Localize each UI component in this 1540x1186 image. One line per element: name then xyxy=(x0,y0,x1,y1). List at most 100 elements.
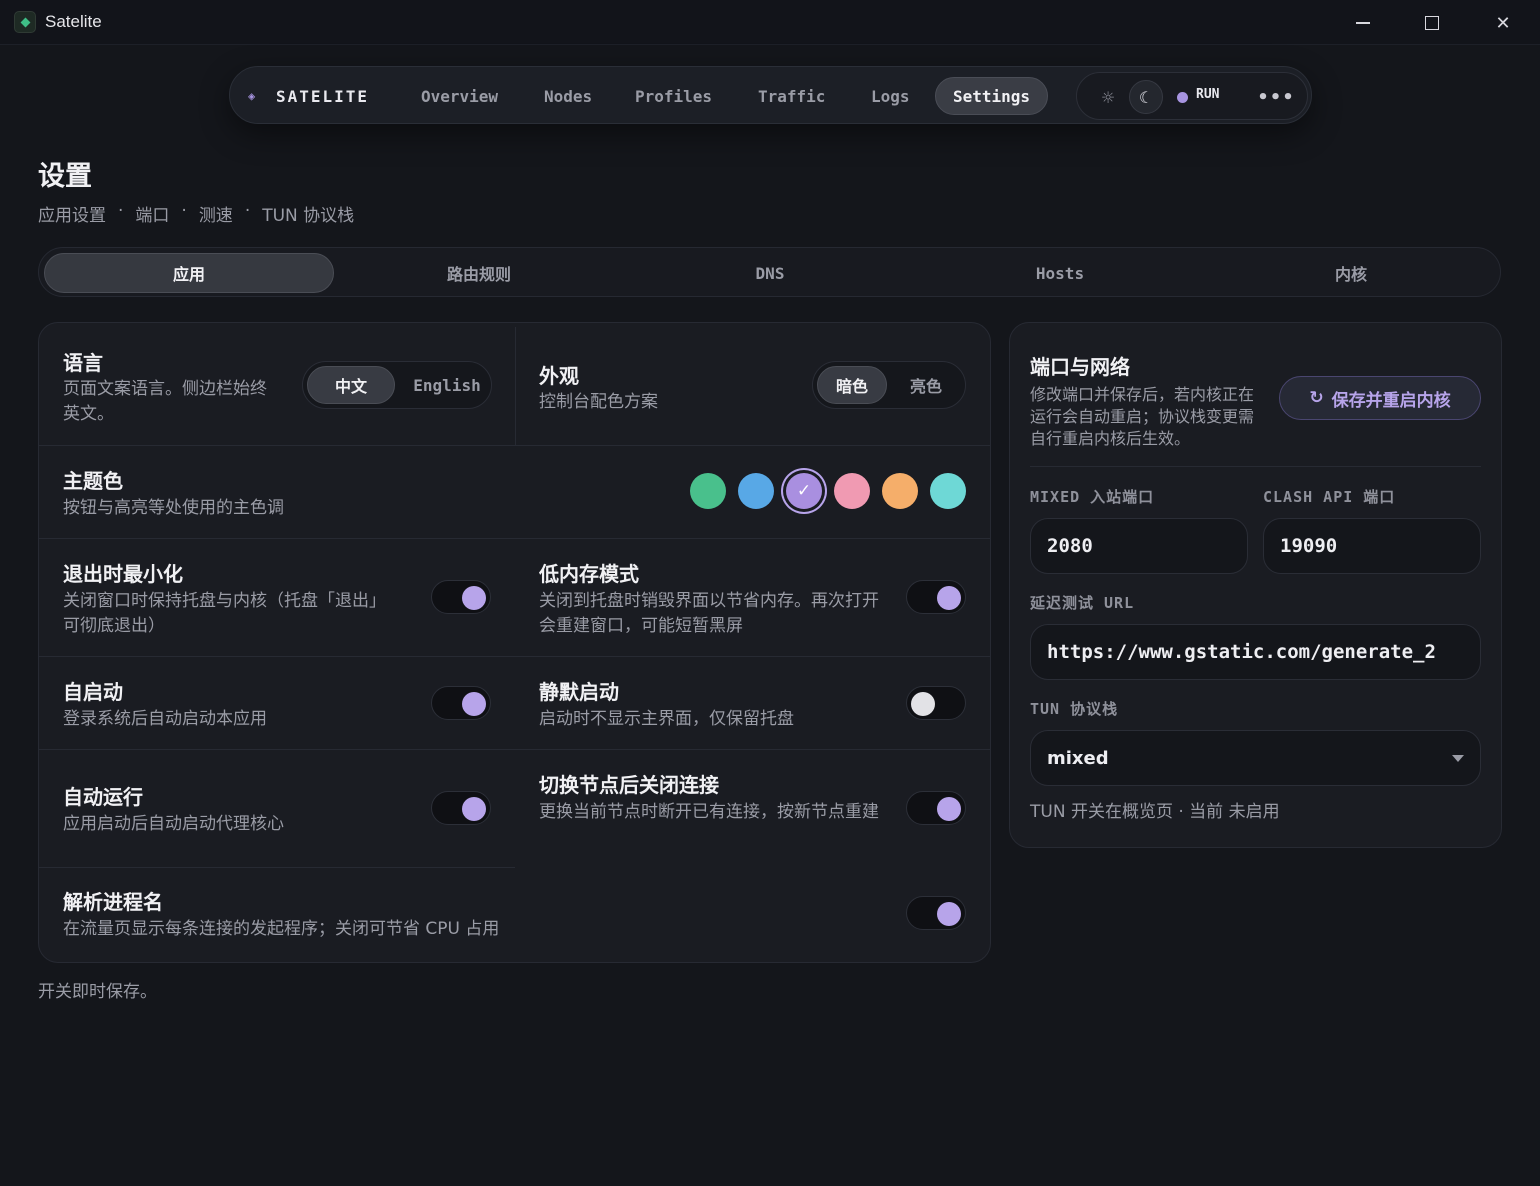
theme-swatch-blue[interactable] xyxy=(738,473,774,509)
save-restart-label: 保存并重启内核 xyxy=(1331,390,1451,411)
appearance-desc: 控制台配色方案 xyxy=(539,392,658,412)
subtitle-part: 测速 xyxy=(198,206,233,226)
run-status-label: RUN xyxy=(1196,87,1220,102)
tab-hosts[interactable]: Hosts xyxy=(915,253,1205,293)
divider xyxy=(39,538,990,539)
language-title: 语言 xyxy=(63,351,103,375)
tun-stack-label: TUN 协议栈 xyxy=(1030,700,1119,718)
low-memory-toggle[interactable] xyxy=(906,580,966,614)
mixed-port-input[interactable]: 2080 xyxy=(1030,518,1248,574)
auto-run-title: 自动运行 xyxy=(63,785,143,809)
auto-run-desc: 应用启动后自动启动代理核心 xyxy=(63,814,284,834)
theme-swatch-teal[interactable] xyxy=(930,473,966,509)
latency-url-input[interactable]: https://www.gstatic.com/generate_2 xyxy=(1030,624,1481,680)
language-option-zh[interactable]: 中文 xyxy=(307,366,395,404)
autostart-toggle[interactable] xyxy=(431,686,491,720)
low-memory-title: 低内存模式 xyxy=(539,562,639,586)
appearance-option-light[interactable]: 亮色 xyxy=(891,366,961,404)
tun-stack-value: mixed xyxy=(1047,747,1109,769)
diamond-icon: ◈ xyxy=(248,89,258,103)
minimize-on-exit-toggle[interactable] xyxy=(431,580,491,614)
latency-url-label: 延迟测试 URL xyxy=(1030,594,1135,612)
chevron-down-icon xyxy=(1452,755,1464,762)
theme-swatch-purple[interactable]: ✓ xyxy=(786,473,822,509)
language-option-en[interactable]: English xyxy=(403,366,491,404)
nav-tab-nodes[interactable]: Nodes xyxy=(527,77,609,115)
autostart-desc: 登录系统后自动启动本应用 xyxy=(63,709,267,729)
tun-stack-select[interactable]: mixed xyxy=(1030,730,1481,786)
divider xyxy=(515,327,516,445)
brand-label: SATELITE xyxy=(276,86,370,106)
page-title: 设置 xyxy=(38,161,92,192)
theme-color-desc: 按钮与高亮等处使用的主色调 xyxy=(63,498,284,518)
toggle-knob xyxy=(937,797,961,821)
tab-core[interactable]: 内核 xyxy=(1206,253,1496,293)
low-memory-desc: 关闭到托盘时销毁界面以节省内存。再次打开会重建窗口，可能短暂黑屏 xyxy=(539,591,879,636)
subtitle-separator: · xyxy=(181,201,187,221)
mixed-port-label: MIXED 入站端口 xyxy=(1030,488,1155,506)
close-connections-desc: 更换当前节点时断开已有连接，按新节点重建 xyxy=(539,802,879,822)
app-logo-icon xyxy=(14,11,36,33)
nav-tab-profiles[interactable]: Profiles xyxy=(618,77,729,115)
auto-run-toggle[interactable] xyxy=(431,791,491,825)
nav-tab-settings[interactable]: Settings xyxy=(935,77,1049,115)
appearance-option-dark[interactable]: 暗色 xyxy=(817,366,887,404)
footer-note: 开关即时保存。 xyxy=(38,982,157,1002)
resolve-process-toggle[interactable] xyxy=(906,896,966,930)
toggle-knob xyxy=(937,586,961,610)
tab-app[interactable]: 应用 xyxy=(44,253,334,293)
divider xyxy=(39,656,990,657)
maximize-icon xyxy=(1425,16,1439,30)
subtitle-part: 端口 xyxy=(135,206,170,226)
divider xyxy=(39,749,990,750)
brand[interactable]: ◈ SATELITE xyxy=(246,77,391,115)
minimize-button[interactable] xyxy=(1340,6,1386,40)
clash-api-port-input[interactable]: 19090 xyxy=(1263,518,1481,574)
window-title: Satelite xyxy=(45,12,102,31)
divider xyxy=(39,867,515,868)
title-bar: Satelite ✕ xyxy=(0,0,1540,45)
theme-swatch-pink[interactable] xyxy=(834,473,870,509)
theme-swatch-orange[interactable] xyxy=(882,473,918,509)
autostart-title: 自启动 xyxy=(63,680,123,704)
toggle-knob xyxy=(462,797,486,821)
close-button[interactable]: ✕ xyxy=(1480,6,1526,40)
nav-tab-logs[interactable]: Logs xyxy=(854,77,927,115)
maximize-button[interactable] xyxy=(1409,6,1455,40)
close-icon: ✕ xyxy=(1495,12,1511,34)
toggle-knob xyxy=(911,692,935,716)
tab-routing-rules[interactable]: 路由规则 xyxy=(334,253,624,293)
sun-icon[interactable]: ☼ xyxy=(1095,84,1121,110)
nav-controls: ☼ ☾ RUN ••• xyxy=(1076,72,1308,120)
tun-note: TUN 开关在概览页 · 当前 未启用 xyxy=(1030,802,1280,822)
tab-dns[interactable]: DNS xyxy=(625,253,915,293)
clash-api-port-label: CLASH API 端口 xyxy=(1263,488,1396,506)
page-subtitle: 应用设置 · 端口 · 测速 · TUN 协议栈 xyxy=(38,201,354,226)
toggle-knob xyxy=(462,692,486,716)
moon-icon[interactable]: ☾ xyxy=(1129,80,1163,114)
theme-swatch-green[interactable] xyxy=(690,473,726,509)
appearance-selector: 暗色 亮色 xyxy=(812,361,966,409)
top-navbar: ◈ SATELITE Overview Nodes Profiles Traff… xyxy=(229,66,1312,124)
nav-tab-overview[interactable]: Overview xyxy=(404,77,515,115)
toggle-knob xyxy=(462,586,486,610)
settings-tabbar: 应用 路由规则 DNS Hosts 内核 xyxy=(38,247,1501,297)
silent-start-desc: 启动时不显示主界面，仅保留托盘 xyxy=(539,709,794,729)
network-desc: 修改端口并保存后，若内核正在运行会自动重启；协议栈变更需自行重启内核后生效。 xyxy=(1030,385,1255,448)
close-connections-toggle[interactable] xyxy=(906,791,966,825)
run-status-dot xyxy=(1177,92,1188,103)
more-menu-button[interactable]: ••• xyxy=(1257,82,1294,112)
minimize-on-exit-desc: 关闭窗口时保持托盘与内核（托盘「退出」可彻底退出） xyxy=(63,591,378,636)
subtitle-part: 应用设置 xyxy=(38,206,106,226)
minimize-on-exit-title: 退出时最小化 xyxy=(63,562,183,586)
silent-start-title: 静默启动 xyxy=(539,680,619,704)
appearance-title: 外观 xyxy=(539,364,579,388)
save-restart-button[interactable]: ↻ 保存并重启内核 xyxy=(1279,376,1481,420)
silent-start-toggle[interactable] xyxy=(906,686,966,720)
app-settings-card: 语言 页面文案语言。侧边栏始终英文。 中文 English 外观 控制台配色方案… xyxy=(38,322,991,963)
close-connections-title: 切换节点后关闭连接 xyxy=(539,773,719,797)
resolve-process-desc: 在流量页显示每条连接的发起程序；关闭可节省 CPU 占用 xyxy=(63,919,500,939)
divider xyxy=(39,445,990,446)
nav-tab-traffic[interactable]: Traffic xyxy=(741,77,842,115)
network-title: 端口与网络 xyxy=(1030,355,1130,379)
